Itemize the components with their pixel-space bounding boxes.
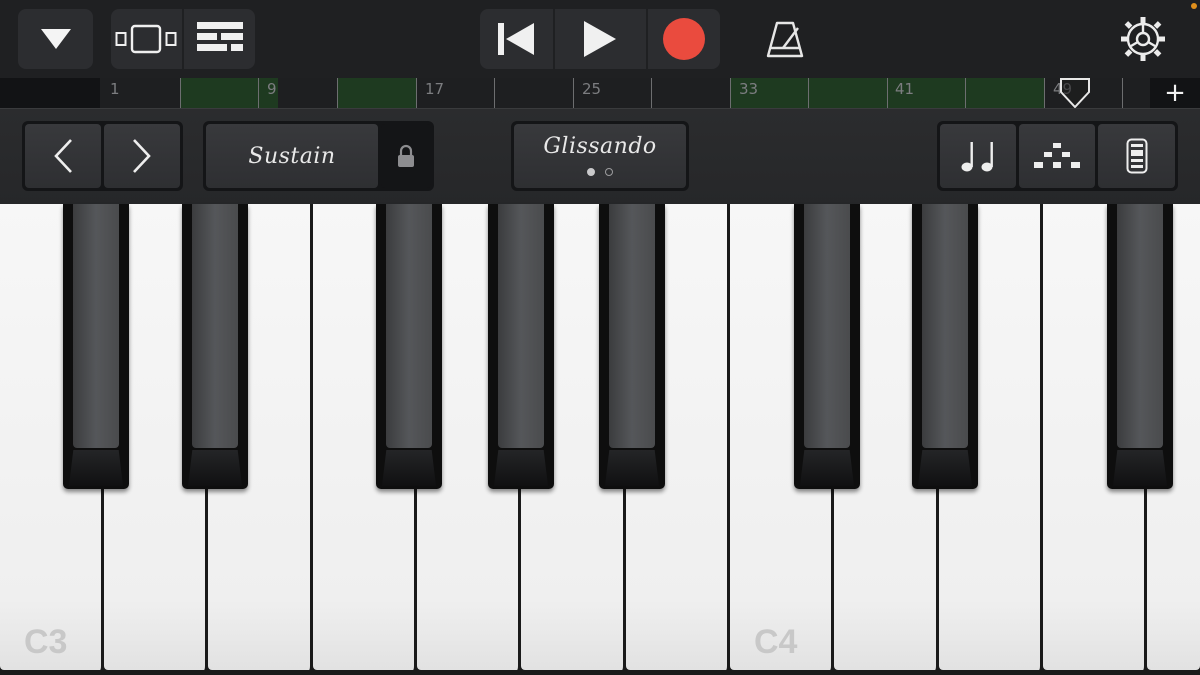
- metronome-icon: [766, 21, 804, 58]
- arpeggiator-button[interactable]: [940, 124, 1016, 188]
- black-key-d-sharp-4[interactable]: [912, 204, 978, 489]
- triangle-down-icon: [40, 29, 71, 49]
- bar-line: [965, 78, 966, 108]
- play-icon: [584, 21, 616, 57]
- bar-line: [258, 78, 259, 108]
- metronome-button[interactable]: [755, 9, 815, 69]
- scale-button[interactable]: [1019, 124, 1095, 188]
- add-section-button[interactable]: +: [1158, 78, 1192, 108]
- bar-number: 25: [582, 80, 602, 98]
- sustain-label: Sustain: [248, 143, 336, 169]
- bar-line: [1122, 78, 1123, 108]
- gear-icon: [1121, 17, 1165, 61]
- instrument-view-button[interactable]: [111, 9, 181, 69]
- skip-back-icon: [498, 23, 534, 55]
- bar-line: [337, 78, 338, 108]
- bar-line: [494, 78, 495, 108]
- velocity-button[interactable]: [1098, 124, 1175, 188]
- bar-number: 1: [110, 80, 120, 98]
- sustain-lock-button[interactable]: [381, 124, 431, 188]
- black-key-f-sharp-4[interactable]: [1107, 204, 1173, 489]
- page-dot: [605, 168, 613, 176]
- bar-line: [887, 78, 888, 108]
- page-dot-active: [587, 168, 595, 176]
- recorded-region[interactable]: [337, 78, 416, 108]
- octave-up-button[interactable]: [104, 124, 180, 188]
- go-to-start-button[interactable]: [480, 9, 552, 69]
- scale-icon: [1034, 143, 1080, 168]
- black-key-c-sharp-3[interactable]: [63, 204, 129, 489]
- black-key-c-sharp-4[interactable]: [794, 204, 860, 489]
- record-button[interactable]: [648, 9, 720, 69]
- glissando-button[interactable]: Glissando: [514, 124, 686, 188]
- play-button[interactable]: [555, 9, 645, 69]
- black-key-g-sharp-3[interactable]: [488, 204, 554, 489]
- sustain-button[interactable]: Sustain: [206, 124, 378, 188]
- settings-button[interactable]: [1113, 9, 1173, 69]
- bar-number: 9: [267, 80, 277, 98]
- chevron-left-icon: [54, 139, 72, 173]
- black-key-f-sharp-3[interactable]: [376, 204, 442, 489]
- tracks-menu-button[interactable]: [18, 9, 93, 69]
- playhead[interactable]: [1060, 78, 1090, 108]
- piano-keyboard: C3 C4: [0, 204, 1200, 675]
- keyboard-options: [937, 121, 1178, 191]
- bar-line: [573, 78, 574, 108]
- chevron-right-icon: [133, 139, 151, 173]
- tracks-view-button[interactable]: [184, 9, 255, 69]
- bar-line: [730, 78, 731, 108]
- octave-label: C4: [754, 623, 798, 661]
- bar-number: 41: [895, 80, 915, 98]
- status-indicator: [1191, 3, 1197, 9]
- black-key-a-sharp-3[interactable]: [599, 204, 665, 489]
- lock-icon: [398, 144, 414, 167]
- recorded-region[interactable]: [180, 78, 278, 108]
- glissando-label: Glissando: [543, 134, 657, 159]
- instrument-view-icon: [115, 24, 177, 54]
- page-indicator: [514, 168, 686, 176]
- octave-down-button[interactable]: [25, 124, 101, 188]
- keyboard-controls: Sustain Glissando: [0, 108, 1200, 205]
- velocity-icon: [1126, 138, 1147, 174]
- timeline-ruler[interactable]: 1 9 17 25 33 41 49: [0, 78, 1200, 108]
- bar-number: 17: [425, 80, 445, 98]
- bar-line: [651, 78, 652, 108]
- octave-label: C3: [24, 623, 68, 661]
- record-icon: [663, 18, 705, 60]
- notes-icon: [961, 142, 993, 172]
- tracks-list-icon: [196, 22, 243, 51]
- black-key-d-sharp-3[interactable]: [182, 204, 248, 489]
- octave-controls: [22, 121, 183, 191]
- bar-line: [416, 78, 417, 108]
- bar-number: 33: [739, 80, 759, 98]
- bar-line: [1044, 78, 1045, 108]
- bar-line: [180, 78, 181, 108]
- top-control-bar: [0, 0, 1200, 78]
- sustain-control: Sustain: [203, 121, 434, 191]
- bar-line: [808, 78, 809, 108]
- glissando-control: Glissando: [511, 121, 689, 191]
